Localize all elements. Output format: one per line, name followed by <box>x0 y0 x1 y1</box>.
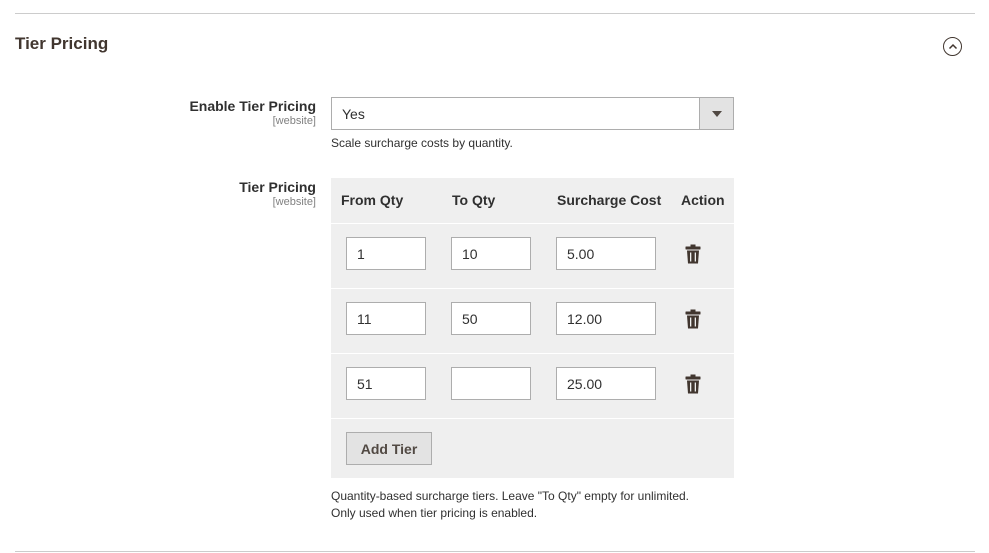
tier-row <box>331 288 734 353</box>
add-tier-button[interactable]: Add Tier <box>346 432 432 465</box>
chevron-up-icon <box>948 43 957 49</box>
tier-pricing-table: From Qty To Qty Surcharge Cost Action 1 … <box>331 178 734 478</box>
column-header-to-qty: To Qty <box>452 192 496 208</box>
surcharge-cost-input[interactable] <box>556 302 656 335</box>
select-value: Yes <box>342 106 365 122</box>
to-qty-input[interactable] <box>451 367 531 400</box>
tier-row <box>331 223 734 288</box>
trash-icon[interactable] <box>685 244 701 264</box>
tier-row <box>331 353 734 418</box>
enable-tier-pricing-note: Scale surcharge costs by quantity. <box>331 136 513 150</box>
column-header-from-qty: From Qty <box>341 192 404 208</box>
to-qty-input[interactable] <box>451 237 531 270</box>
tier-pricing-note-line1: Quantity-based surcharge tiers. Leave "T… <box>331 489 690 503</box>
trash-icon[interactable] <box>685 309 701 329</box>
from-qty-input[interactable] <box>346 237 426 270</box>
to-qty-input[interactable] <box>451 302 531 335</box>
enable-tier-pricing-scope: [website] <box>272 115 316 127</box>
tier-pricing-scope: [website] <box>272 196 316 208</box>
trash-icon[interactable] <box>685 374 701 394</box>
surcharge-cost-input[interactable] <box>556 367 656 400</box>
from-qty-input[interactable] <box>346 302 426 335</box>
tier-pricing-note-line2: Only used when tier pricing is enabled. <box>331 506 538 520</box>
enable-tier-pricing-select[interactable]: Yes <box>331 97 734 130</box>
caret-down-icon <box>711 110 722 117</box>
section-bottom-divider <box>15 551 975 552</box>
enable-tier-pricing-label: Enable Tier Pricing <box>189 98 316 114</box>
column-header-surcharge-cost: Surcharge Cost <box>557 192 662 208</box>
surcharge-cost-input[interactable] <box>556 237 656 270</box>
section-title[interactable]: Tier Pricing <box>15 34 108 54</box>
collapse-section-button[interactable] <box>943 37 962 56</box>
column-header-action: Action <box>681 192 725 208</box>
select-arrow-button[interactable] <box>699 98 733 129</box>
add-tier-row: Add Tier <box>331 418 734 478</box>
from-qty-input[interactable] <box>346 367 426 400</box>
section-top-divider <box>15 13 975 14</box>
tier-pricing-label: Tier Pricing <box>239 179 316 195</box>
